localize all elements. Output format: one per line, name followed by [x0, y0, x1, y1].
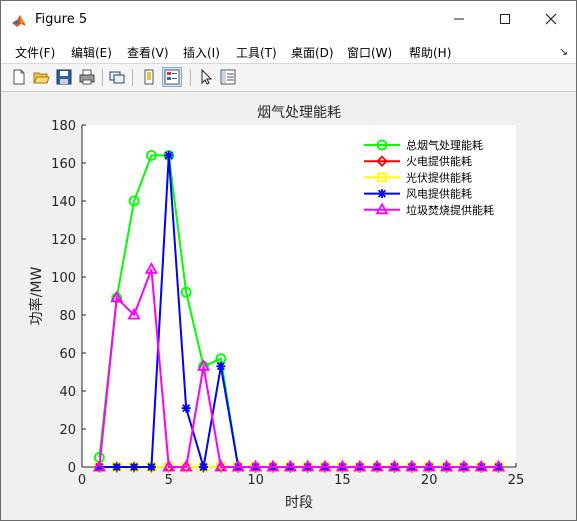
- figure-canvas: 烟气处理能耗 时段 功率/MW 0 5 10 15 20 25 0 20 40 60 80 100 12…: [9, 93, 569, 513]
- data-point: [164, 150, 174, 160]
- y-tick-label: 160: [51, 157, 76, 172]
- x-tick-label: 10: [247, 473, 264, 488]
- link-plot-icon[interactable]: [108, 68, 126, 86]
- x-tick-label: 25: [508, 473, 525, 488]
- y-tick-label: 80: [59, 309, 76, 324]
- menu-edit[interactable]: 编辑(E): [71, 44, 112, 61]
- window-title: Figure 5: [35, 12, 88, 27]
- menu-file[interactable]: 文件(F): [15, 44, 55, 61]
- menu-tools[interactable]: 工具(T): [236, 44, 277, 61]
- save-icon[interactable]: [55, 68, 73, 86]
- hide-plot-tools-icon[interactable]: [140, 68, 158, 86]
- legend-entry: 垃圾焚烧提供能耗: [406, 203, 494, 217]
- data-point: [377, 189, 387, 199]
- data-point: [112, 462, 122, 472]
- edit-plot-icon[interactable]: [197, 68, 215, 86]
- toolbar-separator: [190, 69, 191, 86]
- x-tick-label: 20: [421, 473, 438, 488]
- menu-help[interactable]: 帮助(H): [409, 44, 451, 61]
- data-point: [199, 462, 209, 472]
- close-button[interactable]: [528, 1, 574, 37]
- toolbar-separator: [102, 69, 103, 86]
- close-icon: [545, 13, 557, 25]
- property-inspector-icon[interactable]: [219, 68, 237, 86]
- y-tick-label: 20: [59, 423, 76, 438]
- open-file-icon[interactable]: [32, 68, 50, 86]
- menu-insert[interactable]: 插入(I): [183, 44, 220, 61]
- maximize-icon: [500, 14, 510, 24]
- chart-title: 烟气处理能耗: [257, 105, 341, 121]
- x-tick-label: 15: [334, 473, 351, 488]
- menu-bar: 文件(F) 编辑(E) 查看(V) 插入(I) 工具(T) 桌面(D) 窗口(W…: [1, 37, 576, 64]
- data-point: [146, 462, 156, 472]
- legend-entry: 火电提供能耗: [406, 154, 472, 168]
- minimize-button[interactable]: [436, 1, 482, 37]
- data-point: [181, 403, 191, 413]
- y-tick-label: 100: [51, 271, 76, 286]
- x-tick-label: 5: [165, 473, 173, 488]
- y-tick-label: 120: [51, 233, 76, 248]
- toolbar-separator: [132, 69, 133, 86]
- data-point: [129, 462, 139, 472]
- y-tick-label: 40: [59, 385, 76, 400]
- title-bar[interactable]: Figure 5: [1, 1, 576, 37]
- maximize-button[interactable]: [482, 1, 528, 37]
- legend-entry: 总烟气处理能耗: [406, 138, 483, 152]
- y-axis-label: 功率/MW: [28, 267, 45, 326]
- legend-entry: 风电提供能耗: [406, 187, 472, 201]
- y-tick-label: 180: [51, 119, 76, 134]
- menu-window[interactable]: 窗口(W): [347, 44, 392, 61]
- y-tick-label: 140: [51, 195, 76, 210]
- menu-desktop[interactable]: 桌面(D): [291, 44, 334, 61]
- chart: 烟气处理能耗 时段 功率/MW 0 5 10 15 20 25 0 20 40 60 80 100 12…: [28, 105, 525, 511]
- print-icon[interactable]: [78, 68, 96, 86]
- legend-entry: 光伏提供能耗: [406, 170, 472, 184]
- new-figure-icon[interactable]: [10, 68, 28, 86]
- dock-arrow-icon[interactable]: ↘: [559, 45, 568, 58]
- toolbar: [1, 64, 576, 92]
- show-plot-tools-icon[interactable]: [162, 67, 182, 87]
- minimize-icon: [454, 18, 464, 20]
- matlab-logo-icon: [12, 15, 26, 27]
- data-point: [216, 361, 226, 371]
- x-axis-label: 时段: [285, 495, 313, 511]
- figure-window: Figure 5 文件(F) 编辑(E) 查看(V) 插入(I) 工具(T) 桌…: [0, 0, 577, 521]
- menu-view[interactable]: 查看(V): [127, 44, 169, 61]
- y-tick-label: 60: [59, 347, 76, 362]
- x-tick-label: 0: [78, 473, 86, 488]
- y-tick-label: 0: [68, 461, 76, 476]
